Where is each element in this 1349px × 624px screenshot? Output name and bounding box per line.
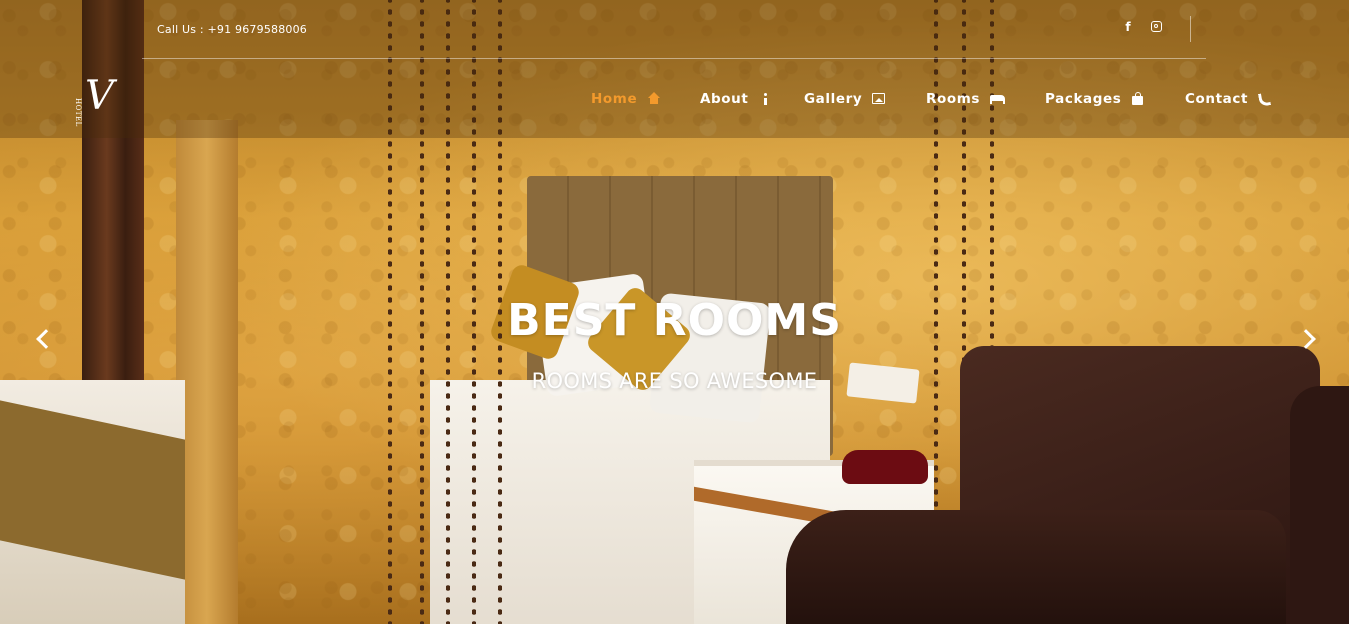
instagram-glyph (1151, 21, 1162, 32)
call-us-text: Call Us : +91 9679588006 (157, 23, 308, 36)
logo-word: HOTEL (74, 98, 82, 127)
nav-home-label: Home (591, 91, 638, 107)
nav-about[interactable]: About (700, 89, 772, 109)
nav-rooms[interactable]: Rooms (926, 89, 1006, 109)
slider-next-arrow-icon[interactable] (1297, 326, 1321, 352)
info-icon (758, 92, 772, 106)
sofa-arm (1290, 386, 1349, 624)
hero-subtitle: ROOMS ARE SO AWESOME (531, 369, 818, 393)
page: Call Us : +91 9679588006 f V HOTEL Home … (0, 0, 1349, 624)
nav-about-label: About (700, 91, 749, 107)
instagram-icon[interactable] (1149, 19, 1165, 35)
nav-contact-label: Contact (1185, 91, 1249, 107)
home-icon (647, 92, 661, 106)
sofa-seat (786, 510, 1286, 624)
bed-icon (990, 92, 1006, 106)
phone-icon (1258, 92, 1272, 106)
site-header: Call Us : +91 9679588006 f V HOTEL Home … (0, 0, 1349, 138)
nav-packages-label: Packages (1045, 91, 1122, 107)
hotel-logo[interactable]: V HOTEL (74, 73, 122, 127)
shopping-bag-icon (1131, 92, 1145, 106)
nav-gallery[interactable]: Gallery (804, 89, 886, 109)
telephone (842, 450, 928, 484)
top-bar: Call Us : +91 9679588006 f (142, 0, 1206, 59)
nav-packages[interactable]: Packages (1045, 89, 1145, 109)
nav-home[interactable]: Home (591, 89, 661, 109)
logo-letter: V (85, 73, 114, 119)
nav-gallery-label: Gallery (804, 91, 863, 107)
topbar-divider (1190, 16, 1191, 42)
nav-contact[interactable]: Contact (1185, 89, 1272, 109)
hero-title: BEST ROOMS (507, 295, 842, 346)
facebook-icon[interactable]: f (1120, 19, 1136, 35)
image-icon (872, 92, 886, 106)
nav-rooms-label: Rooms (926, 91, 981, 107)
slider-prev-arrow-icon[interactable] (30, 326, 54, 352)
